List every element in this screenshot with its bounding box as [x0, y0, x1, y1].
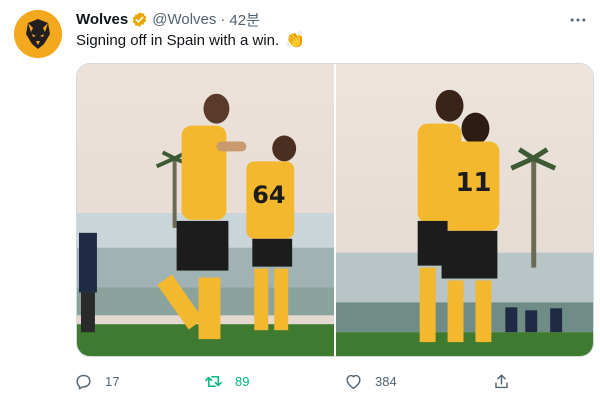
photo-right[interactable]: 11: [336, 64, 593, 356]
like-button[interactable]: 384: [344, 370, 397, 392]
share-icon: [495, 373, 508, 388]
share-button[interactable]: [492, 370, 511, 392]
photo-left[interactable]: 64: [77, 64, 334, 356]
tweet-actions: 17 89 384: [74, 370, 514, 392]
reply-button[interactable]: 17: [74, 370, 119, 392]
tweet-body: Signing off in Spain with a win.: [76, 32, 280, 49]
author-handle[interactable]: @Wolves: [152, 11, 216, 28]
tweet-text: Signing off in Spain with a win. 👏: [76, 31, 305, 51]
clapping-hands-emoji-icon: 👏: [285, 32, 306, 49]
like-count: 384: [375, 373, 397, 389]
tweet-header: Wolves @Wolves · 42분: [76, 9, 260, 29]
wolves-logo-icon: [14, 10, 62, 58]
retweet-button[interactable]: 89: [204, 370, 249, 392]
retweet-count: 89: [235, 373, 250, 389]
more-options-button[interactable]: [566, 8, 590, 32]
photo-right-image: 11: [336, 64, 593, 356]
timestamp[interactable]: 42분: [229, 9, 260, 30]
verified-badge-icon: [133, 11, 147, 27]
shirt-number-64: 64: [252, 181, 285, 209]
shirt-number-11: 11: [456, 168, 492, 198]
media-grid: 64 11: [76, 63, 594, 357]
author-name[interactable]: Wolves: [76, 11, 128, 28]
reply-icon: [76, 374, 91, 389]
retweet-icon: [205, 375, 222, 387]
avatar[interactable]: [14, 10, 62, 58]
photo-left-image: 64: [77, 64, 334, 356]
separator-dot: ·: [220, 10, 226, 28]
reply-count: 17: [105, 373, 120, 389]
heart-icon: [346, 374, 361, 389]
more-dots-icon: [570, 18, 586, 22]
